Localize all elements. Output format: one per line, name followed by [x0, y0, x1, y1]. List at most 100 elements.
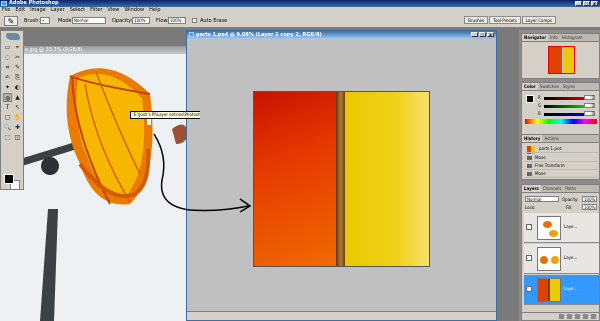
adobe-feather-icon[interactable] — [6, 33, 20, 40]
color-spectrum-ramp[interactable] — [525, 119, 597, 124]
navigator-thumbnail[interactable] — [548, 46, 575, 74]
healing-tool-icon[interactable]: ✎ — [13, 63, 22, 72]
doc-minimize-button[interactable]: _ — [471, 32, 478, 37]
crop-tool-icon[interactable]: ✂ — [13, 53, 22, 62]
tab-color[interactable]: Color — [522, 83, 538, 90]
pen-tool-icon[interactable]: ✚ — [13, 123, 22, 132]
menu-image[interactable]: Image — [30, 7, 46, 14]
layer-opacity-field[interactable]: 100% — [582, 196, 597, 202]
slice-tool-icon[interactable]: ⌗ — [3, 63, 12, 72]
history-tabs: History Actions — [522, 135, 599, 143]
layer-name[interactable]: Laye... — [564, 224, 577, 229]
tool-preset-picker[interactable]: ✎ — [4, 16, 18, 26]
fill-field[interactable]: 100% — [582, 204, 597, 210]
tab-layers[interactable]: Layers — [522, 185, 541, 192]
channel-b-value[interactable]: 0 — [584, 111, 595, 116]
tab-navigator[interactable]: Navigator — [522, 34, 549, 41]
channel-r-label: R — [538, 95, 541, 100]
doc-close-button[interactable]: x — [487, 32, 494, 37]
move-icon — [527, 156, 532, 160]
well-tab-brushes[interactable]: Brushes — [464, 16, 489, 24]
layer-style-icon[interactable] — [567, 314, 572, 319]
tab-channels[interactable]: Channels — [541, 185, 564, 192]
parts-window-title-text: parts 1.psd @ 9.08% (Layer 2 copy 2, RGB… — [196, 32, 322, 38]
channel-r-value[interactable]: 0 — [584, 95, 595, 100]
curved-arrow-annotation — [153, 133, 252, 213]
eraser-tool-icon[interactable]: ◐ — [13, 83, 22, 92]
close-button[interactable]: x — [591, 1, 598, 6]
marquee-tool-icon[interactable]: ▭ — [3, 43, 12, 52]
trash-icon[interactable] — [591, 314, 596, 319]
mode-select[interactable]: Normal — [72, 17, 106, 24]
notes-tool-icon[interactable]: ⬚ — [3, 133, 12, 142]
tab-actions[interactable]: Actions — [542, 135, 561, 142]
visibility-eye-icon[interactable] — [526, 255, 532, 261]
layer-mask-icon[interactable] — [575, 314, 580, 319]
layer-row[interactable]: Laye... — [524, 244, 599, 274]
red-umbrella-panel — [254, 92, 336, 266]
brush-picker[interactable]: • — [40, 17, 50, 24]
tab-histogram[interactable]: Histogram — [560, 34, 585, 41]
layer-name[interactable]: Laye... — [564, 255, 577, 260]
well-tab-layer-comps[interactable]: Layer Comps — [521, 16, 556, 24]
path-select-tool-icon[interactable]: ↖ — [13, 103, 22, 112]
hand-tool-icon[interactable]: ✋ — [13, 113, 22, 122]
maximize-button[interactable]: □ — [583, 1, 590, 6]
menu-edit[interactable]: Edit — [15, 7, 25, 14]
tab-swatches[interactable]: Swatches — [538, 83, 561, 90]
history-step[interactable]: Free Transform — [525, 162, 598, 170]
menu-window[interactable]: Window — [124, 7, 144, 14]
brush-tool-icon[interactable]: ✍ — [3, 73, 12, 82]
menu-layer[interactable]: Layer — [51, 7, 65, 14]
menu-select[interactable]: Select — [70, 7, 85, 14]
layer-name[interactable]: Laye... — [564, 286, 577, 291]
tab-styles[interactable]: Styles — [561, 83, 577, 90]
window-controls: _ □ x — [575, 1, 598, 6]
menu-view[interactable]: View — [108, 7, 120, 14]
blend-mode-select[interactable]: Normal — [525, 196, 559, 202]
foreground-color-swatch[interactable] — [4, 174, 14, 184]
doc-maximize-button[interactable]: □ — [479, 32, 486, 37]
flow-label: Flow: — [156, 18, 169, 24]
history-snapshot[interactable]: parts 1.psd — [525, 145, 598, 153]
minimize-button[interactable]: _ — [575, 1, 582, 6]
options-bar: ✎ Brush: • Mode: Normal Opacity: 100% Fl… — [0, 14, 600, 28]
color-panel-swatch[interactable] — [526, 95, 534, 103]
eyedropper-tool-icon[interactable]: ◫ — [13, 133, 22, 142]
visibility-eye-icon[interactable] — [526, 224, 532, 230]
move-icon — [527, 172, 532, 176]
palette-dock: Navigator Info Histogram Color Swatches … — [519, 30, 600, 321]
new-layer-icon[interactable] — [583, 314, 588, 319]
parts-image[interactable] — [253, 91, 430, 267]
zoom-tool-icon[interactable]: 🔍 — [3, 123, 12, 132]
menu-filter[interactable]: Filter — [90, 7, 102, 14]
shape-tool-icon[interactable]: ▢ — [3, 113, 12, 122]
type-tool-icon[interactable]: T — [3, 103, 12, 112]
fill-label: Fill: — [566, 205, 573, 210]
layer-thumbnail — [537, 247, 561, 271]
tab-history[interactable]: History — [522, 135, 543, 142]
tab-info[interactable]: Info — [548, 34, 560, 41]
tab-paths[interactable]: Paths — [563, 185, 578, 192]
history-brush-tool-icon[interactable]: ✦ — [3, 83, 12, 92]
blur-tool-icon[interactable]: ▲ — [13, 93, 22, 102]
channel-g-value[interactable]: 0 — [584, 103, 595, 108]
opacity-field[interactable]: 100% — [132, 17, 150, 24]
move-tool-icon[interactable]: ⌖ — [13, 43, 22, 52]
gradient-tool-icon[interactable]: ◍ — [3, 93, 12, 102]
auto-erase-checkbox[interactable] — [192, 18, 197, 23]
link-layers-icon[interactable] — [559, 314, 564, 319]
layer-row-selected[interactable]: Laye... — [524, 275, 599, 305]
history-step[interactable]: Move — [525, 170, 598, 178]
flow-field[interactable]: 100% — [168, 17, 186, 24]
visibility-eye-icon[interactable] — [526, 286, 532, 292]
menu-file[interactable]: File — [2, 7, 10, 14]
navigator-thumb-yellow — [563, 47, 574, 73]
layer-row[interactable]: Laye... — [524, 213, 599, 243]
history-step[interactable]: Move — [525, 154, 598, 162]
menu-help[interactable]: Help — [149, 7, 160, 14]
lasso-tool-icon[interactable]: ◌ — [3, 53, 12, 62]
stamp-tool-icon[interactable]: ⎘ — [13, 73, 22, 82]
brush-label: Brush: — [24, 18, 41, 24]
well-tab-tool-presets[interactable]: Tool Presets — [489, 16, 521, 24]
